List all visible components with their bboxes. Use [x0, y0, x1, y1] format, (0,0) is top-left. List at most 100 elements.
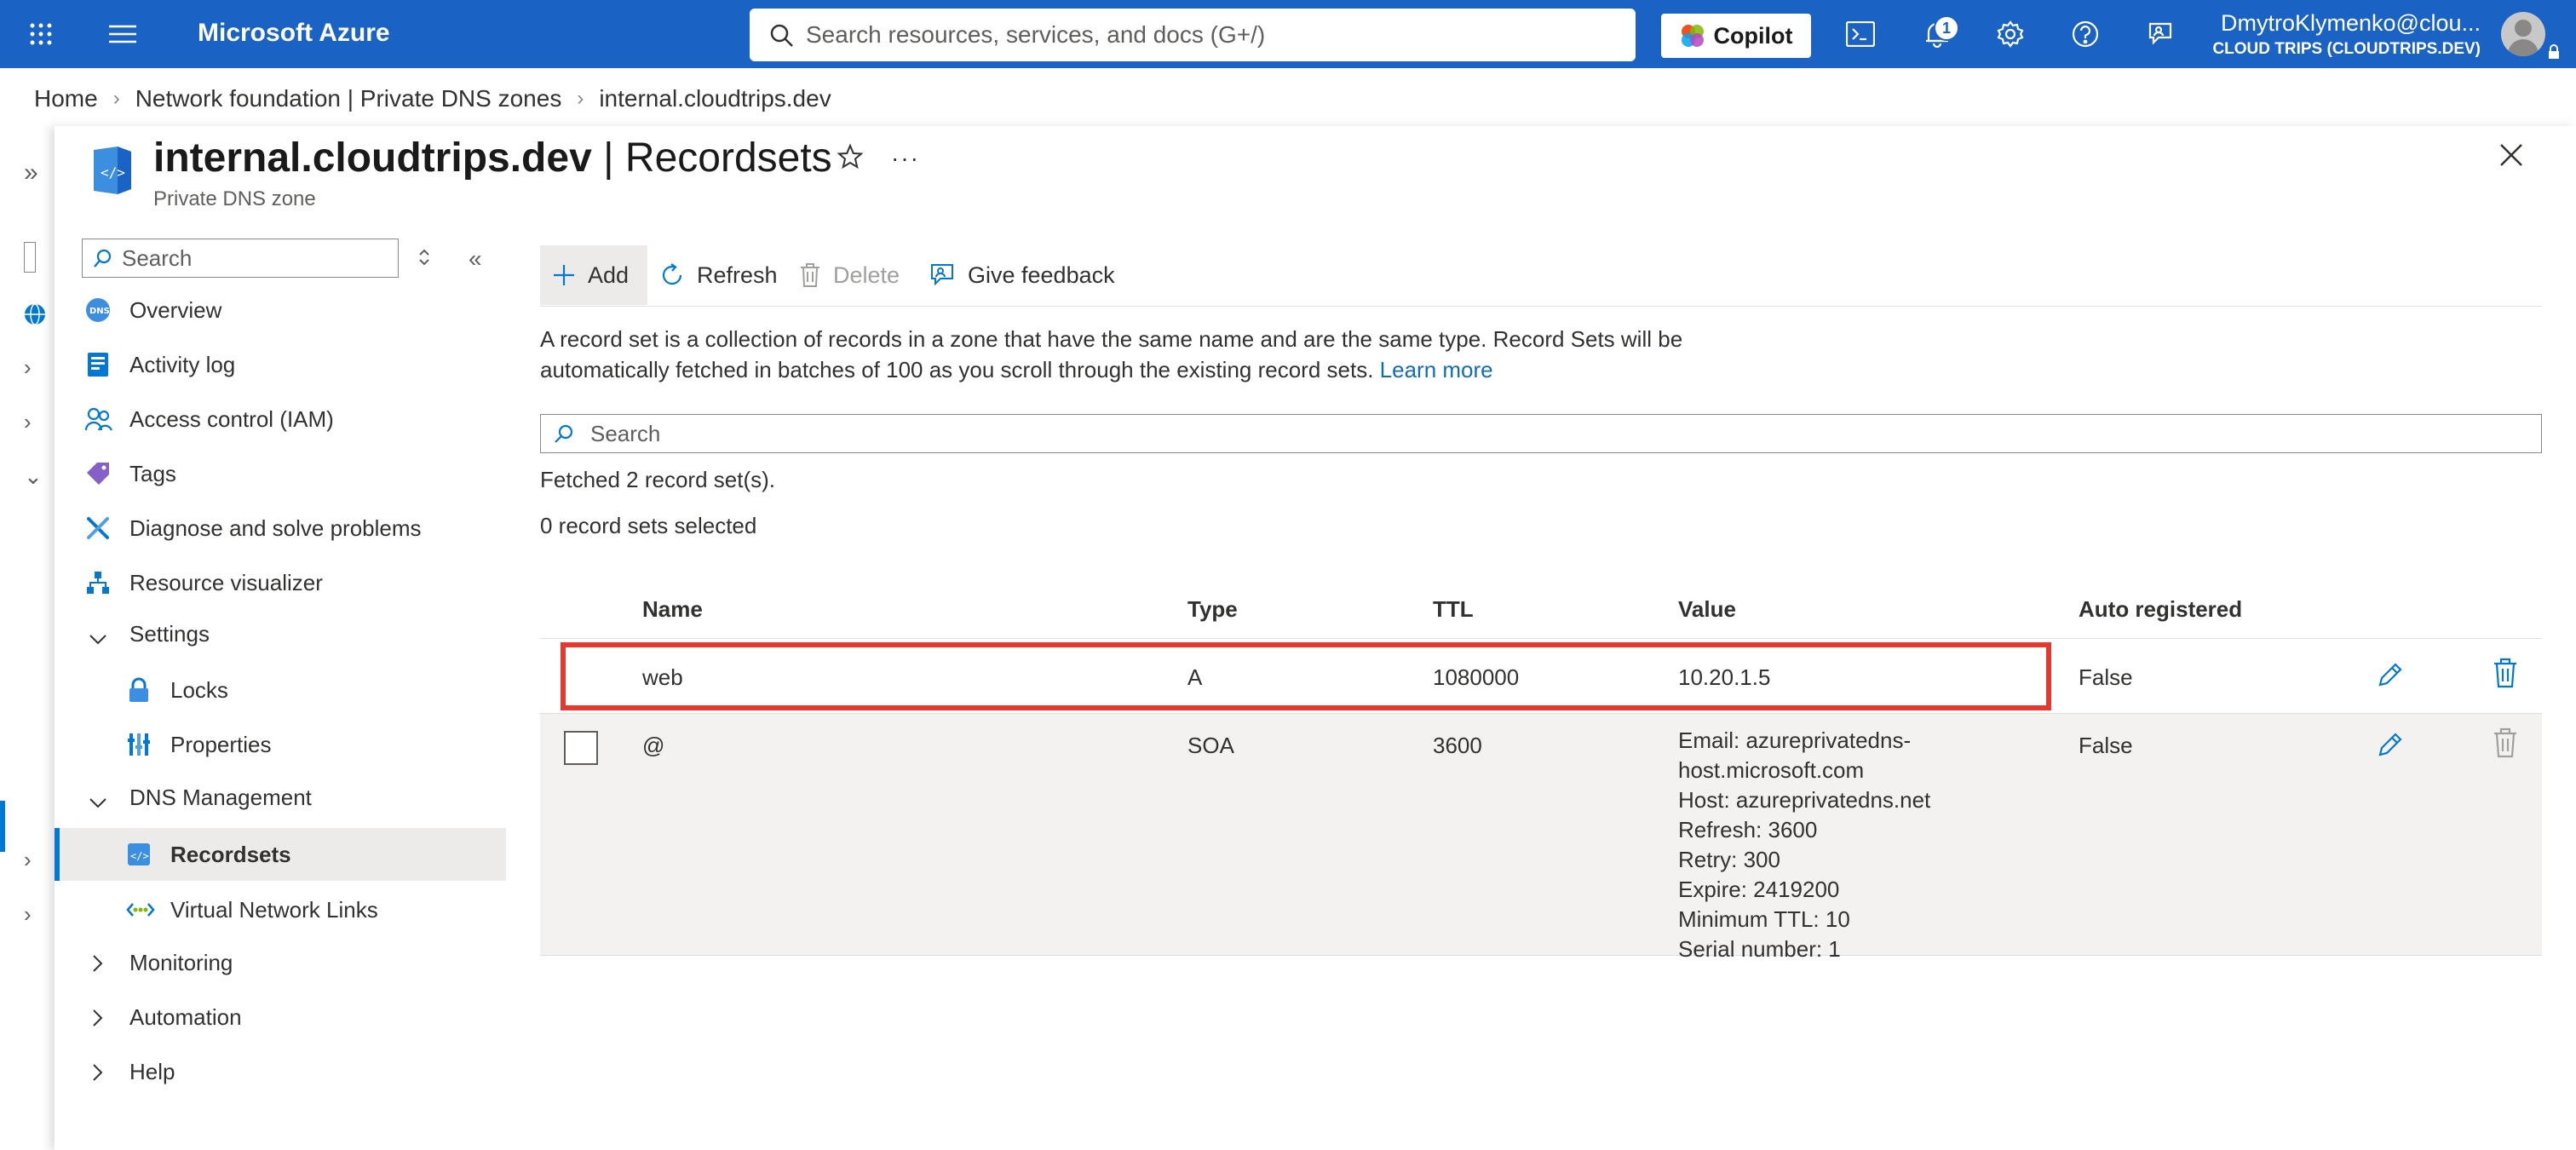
fetched-count: Fetched 2 record set(s).	[540, 467, 775, 492]
menu-item-resource-visualizer[interactable]: Resource visualizer	[55, 559, 506, 607]
column-header-auto-registered[interactable]: Auto registered	[2079, 596, 2242, 623]
record-name: @	[642, 733, 665, 758]
dns-zone-icon: </>	[90, 145, 135, 200]
menu-group-settings[interactable]: Settings	[55, 610, 506, 658]
expand-icon[interactable]: »	[24, 158, 38, 187]
copilot-icon	[1681, 25, 1704, 47]
learn-more-link[interactable]: Learn more	[1380, 357, 1493, 382]
breadcrumb-home[interactable]: Home	[34, 85, 98, 112]
chevron-right-icon: ›	[112, 87, 120, 110]
menu-item-tags[interactable]: Tags	[55, 450, 506, 497]
description: A record set is a collection of records …	[540, 326, 1683, 382]
visualizer-icon	[85, 570, 111, 595]
chevron-right-icon[interactable]: ›	[24, 409, 32, 435]
refresh-button[interactable]: Refresh	[659, 245, 778, 305]
column-header-value[interactable]: Value	[1678, 596, 1736, 623]
menu-item-locks[interactable]: Locks	[55, 666, 506, 714]
feedback-icon	[931, 264, 953, 286]
iam-icon	[84, 406, 113, 432]
svg-text:</>: </>	[101, 164, 125, 181]
global-search-input[interactable]: Search resources, services, and docs (G+…	[750, 9, 1636, 61]
star-icon[interactable]	[837, 143, 864, 175]
trash-icon	[2493, 727, 2518, 762]
chevron-right-icon[interactable]: ›	[24, 847, 32, 873]
breadcrumb-zone[interactable]: internal.cloudtrips.dev	[599, 85, 831, 112]
trash-icon	[801, 263, 819, 287]
chevron-right-icon[interactable]: ›	[24, 901, 32, 928]
edit-icon[interactable]	[2375, 659, 2406, 694]
brand-title[interactable]: Microsoft Azure	[198, 19, 390, 48]
lock-icon	[2547, 44, 2561, 64]
copilot-button[interactable]: Copilot	[1661, 14, 1811, 58]
menu-group-monitoring[interactable]: Monitoring	[55, 939, 506, 986]
recordset-icon: </>	[126, 842, 152, 867]
account-menu[interactable]: DmytroKlymenko@clou... CLOUD TRIPS (CLOU…	[2208, 10, 2481, 59]
menu-search-input[interactable]: Search	[82, 239, 399, 278]
trash-icon[interactable]	[2493, 658, 2518, 693]
chevron-down-icon[interactable]: ⌄	[24, 463, 43, 490]
avatar[interactable]	[2501, 12, 2545, 56]
blade: </> internal.cloudtrips.dev | Recordsets…	[55, 126, 2576, 1150]
more-options-icon[interactable]: ···	[891, 145, 920, 172]
refresh-icon	[662, 263, 682, 285]
give-feedback-button[interactable]: Give feedback	[929, 245, 1115, 305]
dns-icon: DNS	[85, 297, 111, 323]
recordset-search-input[interactable]: Search	[540, 414, 2542, 453]
chevron-right-icon	[92, 952, 104, 979]
help-icon[interactable]	[2067, 15, 2104, 53]
chevron-down-icon	[89, 789, 107, 815]
table-row[interactable]: @ SOA 3600 Email: azureprivatedns- host.…	[540, 714, 2542, 962]
record-type: SOA	[1187, 733, 1234, 758]
chevron-right-icon	[92, 1061, 104, 1088]
menu-item-access-control[interactable]: Access control (IAM)	[55, 395, 506, 443]
waffle-icon[interactable]	[22, 15, 60, 53]
menu-item-diagnose[interactable]: Diagnose and solve problems	[55, 504, 506, 552]
menu-group-help[interactable]: Help	[55, 1048, 506, 1095]
edit-icon[interactable]	[2375, 729, 2406, 764]
column-header-type[interactable]: Type	[1187, 596, 1238, 623]
menu-item-recordsets[interactable]: </> Recordsets	[55, 828, 506, 881]
table-row[interactable]: web A 1080000 10.20.1.5 False	[540, 639, 2542, 714]
selection-indicator	[0, 801, 5, 852]
menu-item-properties[interactable]: Properties	[55, 721, 506, 768]
chevron-down-icon	[89, 625, 107, 652]
menu-item-virtual-network-links[interactable]: Virtual Network Links	[55, 886, 506, 934]
column-header-ttl[interactable]: TTL	[1433, 596, 1474, 623]
close-icon[interactable]	[2498, 141, 2525, 173]
add-button[interactable]: Add	[540, 245, 647, 305]
account-name: DmytroKlymenko@clou...	[2221, 10, 2481, 36]
table-header: Name Type TTL Value Auto registered	[540, 578, 2542, 639]
search-icon	[555, 424, 573, 443]
selected-count: 0 record sets selected	[540, 513, 757, 538]
svg-text:DNS: DNS	[89, 307, 110, 316]
row-checkbox[interactable]	[564, 731, 598, 765]
column-header-name[interactable]: Name	[642, 596, 703, 623]
globe-icon[interactable]	[24, 303, 46, 331]
lock-icon	[126, 677, 152, 703]
menu-group-dns-management[interactable]: DNS Management	[55, 773, 506, 821]
menu-item-activity-log[interactable]: Activity log	[55, 341, 506, 388]
breadcrumb-private-dns-zones[interactable]: Network foundation | Private DNS zones	[135, 85, 562, 112]
record-auto-registered: False	[2079, 733, 2133, 758]
gear-icon[interactable]	[1992, 15, 2029, 53]
activity-log-icon	[85, 352, 111, 377]
sort-icon[interactable]	[417, 247, 431, 272]
page-title: internal.cloudtrips.dev | Recordsets	[153, 135, 832, 181]
chevron-right-icon[interactable]: ›	[24, 354, 32, 381]
menu-item-overview[interactable]: DNS Overview	[55, 286, 506, 334]
record-ttl: 3600	[1433, 733, 1482, 758]
recordset-search-placeholder: Search	[590, 420, 661, 446]
copilot-label: Copilot	[1713, 22, 1793, 49]
search-icon	[94, 249, 112, 267]
collapse-menu-icon[interactable]: «	[469, 245, 482, 273]
delete-button[interactable]: Delete	[799, 245, 900, 305]
search-icon[interactable]	[23, 241, 37, 279]
cloud-shell-icon[interactable]	[1842, 15, 1879, 53]
feedback-icon[interactable]	[2142, 15, 2179, 53]
hamburger-icon[interactable]	[104, 15, 141, 53]
menu-group-automation[interactable]: Automation	[55, 993, 506, 1041]
highlight-annotation	[561, 642, 2051, 710]
top-bar: Microsoft Azure Search resources, servic…	[0, 0, 2576, 68]
plus-icon	[554, 265, 574, 285]
wrench-icon	[85, 515, 111, 541]
